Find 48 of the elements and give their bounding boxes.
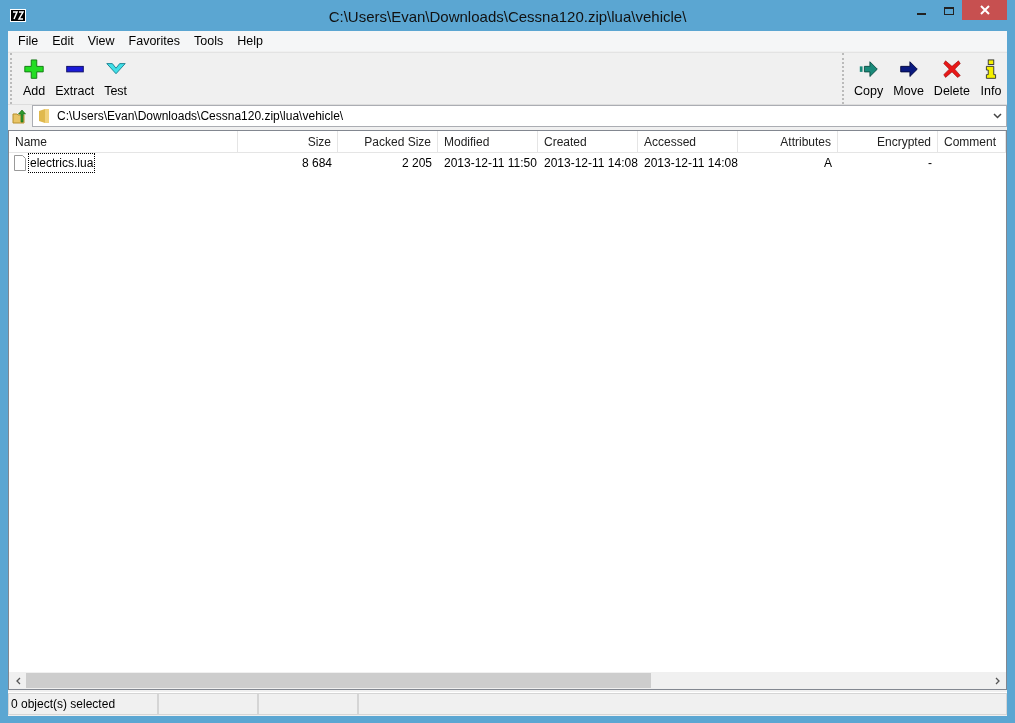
column-header[interactable]: Accessed [638,131,738,153]
folder-up-arrow-icon [12,108,28,124]
file-name[interactable]: electrics.lua [28,153,96,173]
close-icon [979,5,990,15]
menu-item[interactable]: File [11,31,46,51]
column-header[interactable]: Packed Size [338,131,438,153]
scrollbar-thumb[interactable] [26,673,651,688]
chevron-left-icon [14,676,21,685]
menu-item[interactable]: Edit [45,31,81,51]
column-header[interactable]: Encrypted [838,131,938,153]
table-cell-text: A [824,155,832,172]
dropdown-caret-icon[interactable] [993,113,1002,119]
menu-item[interactable]: Help [230,31,270,51]
menu-item[interactable]: View [80,31,122,51]
column-header[interactable]: Size [238,131,338,153]
close-button[interactable] [962,0,1007,20]
table-cell-text: 2013-12-11 14:08 [644,155,738,172]
column-header[interactable]: Modified [438,131,538,153]
arrow-right-icon [857,59,880,80]
table-cell-text: 8 684 [301,155,332,172]
menu-item[interactable]: Tools [187,31,231,51]
column-header[interactable]: Comment [938,131,1006,153]
address-field[interactable]: C:\Users\Evan\Downloads\Cessna120.zip\lua\vehicle\ [32,105,1007,127]
column-header[interactable]: Attributes [738,131,838,153]
column-header[interactable]: Name [9,131,238,153]
status-text: 0 object(s) selected [8,693,158,715]
table-cell-text: 2013-12-11 14:08 [544,155,638,172]
window-title: C:\Users\Evan\Downloads\Cessna120.zip\lua\vehicle\ [327,7,688,27]
table-cell-text: 2013-12-11 11:50 [444,155,537,172]
column-header[interactable]: Created [538,131,638,153]
copy-button[interactable]: Copy [849,53,889,101]
address-text: C:\Users\Evan\Downloads\Cessna120.zip\lua\vehicle\ [57,108,345,125]
app-icon [10,9,26,22]
plus-icon [23,59,46,80]
folder-icon [37,108,51,124]
delete-button[interactable]: Delete [928,53,975,101]
info-button[interactable]: Info [975,53,1007,101]
move-button[interactable]: Move [888,53,929,101]
extract-button[interactable]: Extract [50,53,100,101]
table-cell-text: - [928,155,932,172]
chevron-right-icon [994,676,1001,685]
x-mark-icon [940,59,963,80]
file-icon [14,155,26,171]
menu-item[interactable]: Favorites [121,31,187,51]
arrow-right-icon [897,59,920,80]
test-button[interactable]: Test [99,53,133,101]
add-button[interactable]: Add [18,53,51,101]
table-cell-text: 2 205 [401,155,432,172]
